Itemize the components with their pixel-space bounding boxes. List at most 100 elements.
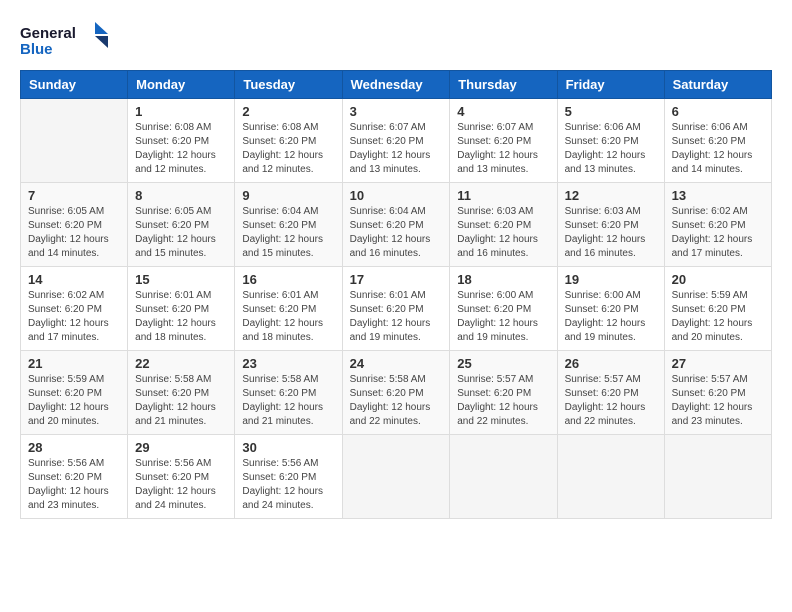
day-cell: 7 Sunrise: 6:05 AMSunset: 6:20 PMDaylight… (21, 183, 128, 267)
day-detail: Sunrise: 5:57 AMSunset: 6:20 PMDaylight:… (672, 373, 764, 429)
day-cell: 9 Sunrise: 6:04 AMSunset: 6:20 PMDaylight… (235, 183, 342, 267)
day-cell: 23 Sunrise: 5:58 AMSunset: 6:20 PMDayligh… (235, 351, 342, 435)
day-number: 12 (565, 188, 657, 203)
day-cell: 21 Sunrise: 5:59 AMSunset: 6:20 PMDayligh… (21, 351, 128, 435)
day-cell: 29 Sunrise: 5:56 AMSunset: 6:20 PMDayligh… (128, 435, 235, 519)
day-detail: Sunrise: 6:06 AMSunset: 6:20 PMDaylight:… (672, 121, 764, 177)
page-header: General Blue (20, 20, 772, 60)
day-number: 3 (350, 104, 443, 119)
day-cell: 20Sunrise: 5:59 AMSunset: 6:20 PMDayligh… (664, 267, 771, 351)
day-detail: Sunrise: 6:01 AMSunset: 6:20 PMDaylight:… (135, 289, 227, 345)
day-detail: Sunrise: 6:05 AMSunset: 6:20 PMDaylight:… (28, 205, 120, 261)
day-detail: Sunrise: 5:56 AMSunset: 6:20 PMDaylight:… (242, 457, 334, 513)
day-detail: Sunrise: 6:00 AMSunset: 6:20 PMDaylight:… (457, 289, 549, 345)
day-number: 19 (565, 272, 657, 287)
day-number: 29 (135, 440, 227, 455)
day-number: 18 (457, 272, 549, 287)
day-cell: 3 Sunrise: 6:07 AMSunset: 6:20 PMDaylight… (342, 99, 450, 183)
day-number: 9 (242, 188, 334, 203)
day-detail: Sunrise: 5:57 AMSunset: 6:20 PMDaylight:… (565, 373, 657, 429)
weekday-header-tuesday: Tuesday (235, 71, 342, 99)
day-cell (664, 435, 771, 519)
day-number: 5 (565, 104, 657, 119)
day-cell: 25 Sunrise: 5:57 AMSunset: 6:20 PMDayligh… (450, 351, 557, 435)
svg-text:General: General (20, 25, 76, 42)
day-cell: 26 Sunrise: 5:57 AMSunset: 6:20 PMDayligh… (557, 351, 664, 435)
day-detail: Sunrise: 6:07 AMSunset: 6:20 PMDaylight:… (350, 121, 443, 177)
day-detail: Sunrise: 5:57 AMSunset: 6:20 PMDaylight:… (457, 373, 549, 429)
day-cell: 28 Sunrise: 5:56 AMSunset: 6:20 PMDayligh… (21, 435, 128, 519)
weekday-header-row: SundayMondayTuesdayWednesdayThursdayFrid… (21, 71, 772, 99)
day-number: 24 (350, 356, 443, 371)
day-detail: Sunrise: 6:03 AMSunset: 6:20 PMDaylight:… (565, 205, 657, 261)
day-detail: Sunrise: 6:02 AMSunset: 6:20 PMDaylight:… (28, 289, 120, 345)
day-number: 20 (672, 272, 764, 287)
weekday-header-thursday: Thursday (450, 71, 557, 99)
day-number: 14 (28, 272, 120, 287)
weekday-header-sunday: Sunday (21, 71, 128, 99)
day-number: 6 (672, 104, 764, 119)
day-number: 7 (28, 188, 120, 203)
day-detail: Sunrise: 5:58 AMSunset: 6:20 PMDaylight:… (135, 373, 227, 429)
week-row-1: 1 Sunrise: 6:08 AMSunset: 6:20 PMDaylight… (21, 99, 772, 183)
day-cell: 16 Sunrise: 6:01 AMSunset: 6:20 PMDayligh… (235, 267, 342, 351)
day-cell: 30Sunrise: 5:56 AMSunset: 6:20 PMDayligh… (235, 435, 342, 519)
day-number: 22 (135, 356, 227, 371)
day-detail: Sunrise: 6:01 AMSunset: 6:20 PMDaylight:… (242, 289, 334, 345)
day-detail: Sunrise: 6:02 AMSunset: 6:20 PMDaylight:… (672, 205, 764, 261)
weekday-header-saturday: Saturday (664, 71, 771, 99)
day-detail: Sunrise: 6:03 AMSunset: 6:20 PMDaylight:… (457, 205, 549, 261)
day-detail: Sunrise: 5:56 AMSunset: 6:20 PMDaylight:… (28, 457, 120, 513)
week-row-3: 14 Sunrise: 6:02 AMSunset: 6:20 PMDayligh… (21, 267, 772, 351)
day-cell: 1Sunrise: 6:08 AMSunset: 6:20 PMDaylight… (128, 99, 235, 183)
day-detail: Sunrise: 6:01 AMSunset: 6:20 PMDaylight:… (350, 289, 443, 345)
weekday-header-friday: Friday (557, 71, 664, 99)
day-cell: 13 Sunrise: 6:02 AMSunset: 6:20 PMDayligh… (664, 183, 771, 267)
day-detail: Sunrise: 6:04 AMSunset: 6:20 PMDaylight:… (242, 205, 334, 261)
day-number: 2 (242, 104, 334, 119)
day-number: 17 (350, 272, 443, 287)
calendar-table: SundayMondayTuesdayWednesdayThursdayFrid… (20, 70, 772, 519)
day-cell: 24 Sunrise: 5:58 AMSunset: 6:20 PMDayligh… (342, 351, 450, 435)
day-number: 16 (242, 272, 334, 287)
day-number: 15 (135, 272, 227, 287)
week-row-4: 21 Sunrise: 5:59 AMSunset: 6:20 PMDayligh… (21, 351, 772, 435)
day-detail: Sunrise: 5:56 AMSunset: 6:20 PMDaylight:… (135, 457, 227, 513)
day-number: 27 (672, 356, 764, 371)
week-row-5: 28 Sunrise: 5:56 AMSunset: 6:20 PMDayligh… (21, 435, 772, 519)
day-number: 10 (350, 188, 443, 203)
day-cell (342, 435, 450, 519)
day-cell: 6 Sunrise: 6:06 AMSunset: 6:20 PMDaylight… (664, 99, 771, 183)
day-number: 26 (565, 356, 657, 371)
day-detail: Sunrise: 5:58 AMSunset: 6:20 PMDaylight:… (350, 373, 443, 429)
logo-svg: General Blue (20, 20, 110, 60)
day-cell: 11 Sunrise: 6:03 AMSunset: 6:20 PMDayligh… (450, 183, 557, 267)
day-detail: Sunrise: 6:00 AMSunset: 6:20 PMDaylight:… (565, 289, 657, 345)
day-number: 13 (672, 188, 764, 203)
day-cell: 8 Sunrise: 6:05 AMSunset: 6:20 PMDaylight… (128, 183, 235, 267)
day-number: 8 (135, 188, 227, 203)
week-row-2: 7 Sunrise: 6:05 AMSunset: 6:20 PMDaylight… (21, 183, 772, 267)
day-cell: 4Sunrise: 6:07 AMSunset: 6:20 PMDaylight… (450, 99, 557, 183)
day-detail: Sunrise: 5:58 AMSunset: 6:20 PMDaylight:… (242, 373, 334, 429)
day-cell: 5Sunrise: 6:06 AMSunset: 6:20 PMDaylight… (557, 99, 664, 183)
day-number: 11 (457, 188, 549, 203)
day-number: 23 (242, 356, 334, 371)
weekday-header-monday: Monday (128, 71, 235, 99)
day-number: 28 (28, 440, 120, 455)
day-detail: Sunrise: 6:05 AMSunset: 6:20 PMDaylight:… (135, 205, 227, 261)
day-number: 25 (457, 356, 549, 371)
day-cell: 18 Sunrise: 6:00 AMSunset: 6:20 PMDayligh… (450, 267, 557, 351)
day-cell: 19 Sunrise: 6:00 AMSunset: 6:20 PMDayligh… (557, 267, 664, 351)
day-cell: 17 Sunrise: 6:01 AMSunset: 6:20 PMDayligh… (342, 267, 450, 351)
day-cell: 22 Sunrise: 5:58 AMSunset: 6:20 PMDayligh… (128, 351, 235, 435)
day-number: 21 (28, 356, 120, 371)
day-detail: Sunrise: 5:59 AMSunset: 6:20 PMDaylight:… (28, 373, 120, 429)
day-detail: Sunrise: 6:04 AMSunset: 6:20 PMDaylight:… (350, 205, 443, 261)
day-detail: Sunrise: 6:08 AMSunset: 6:20 PMDaylight:… (242, 121, 334, 177)
day-number: 1 (135, 104, 227, 119)
logo: General Blue (20, 20, 110, 60)
day-cell: 2 Sunrise: 6:08 AMSunset: 6:20 PMDaylight… (235, 99, 342, 183)
day-cell: 15 Sunrise: 6:01 AMSunset: 6:20 PMDayligh… (128, 267, 235, 351)
day-cell (21, 99, 128, 183)
